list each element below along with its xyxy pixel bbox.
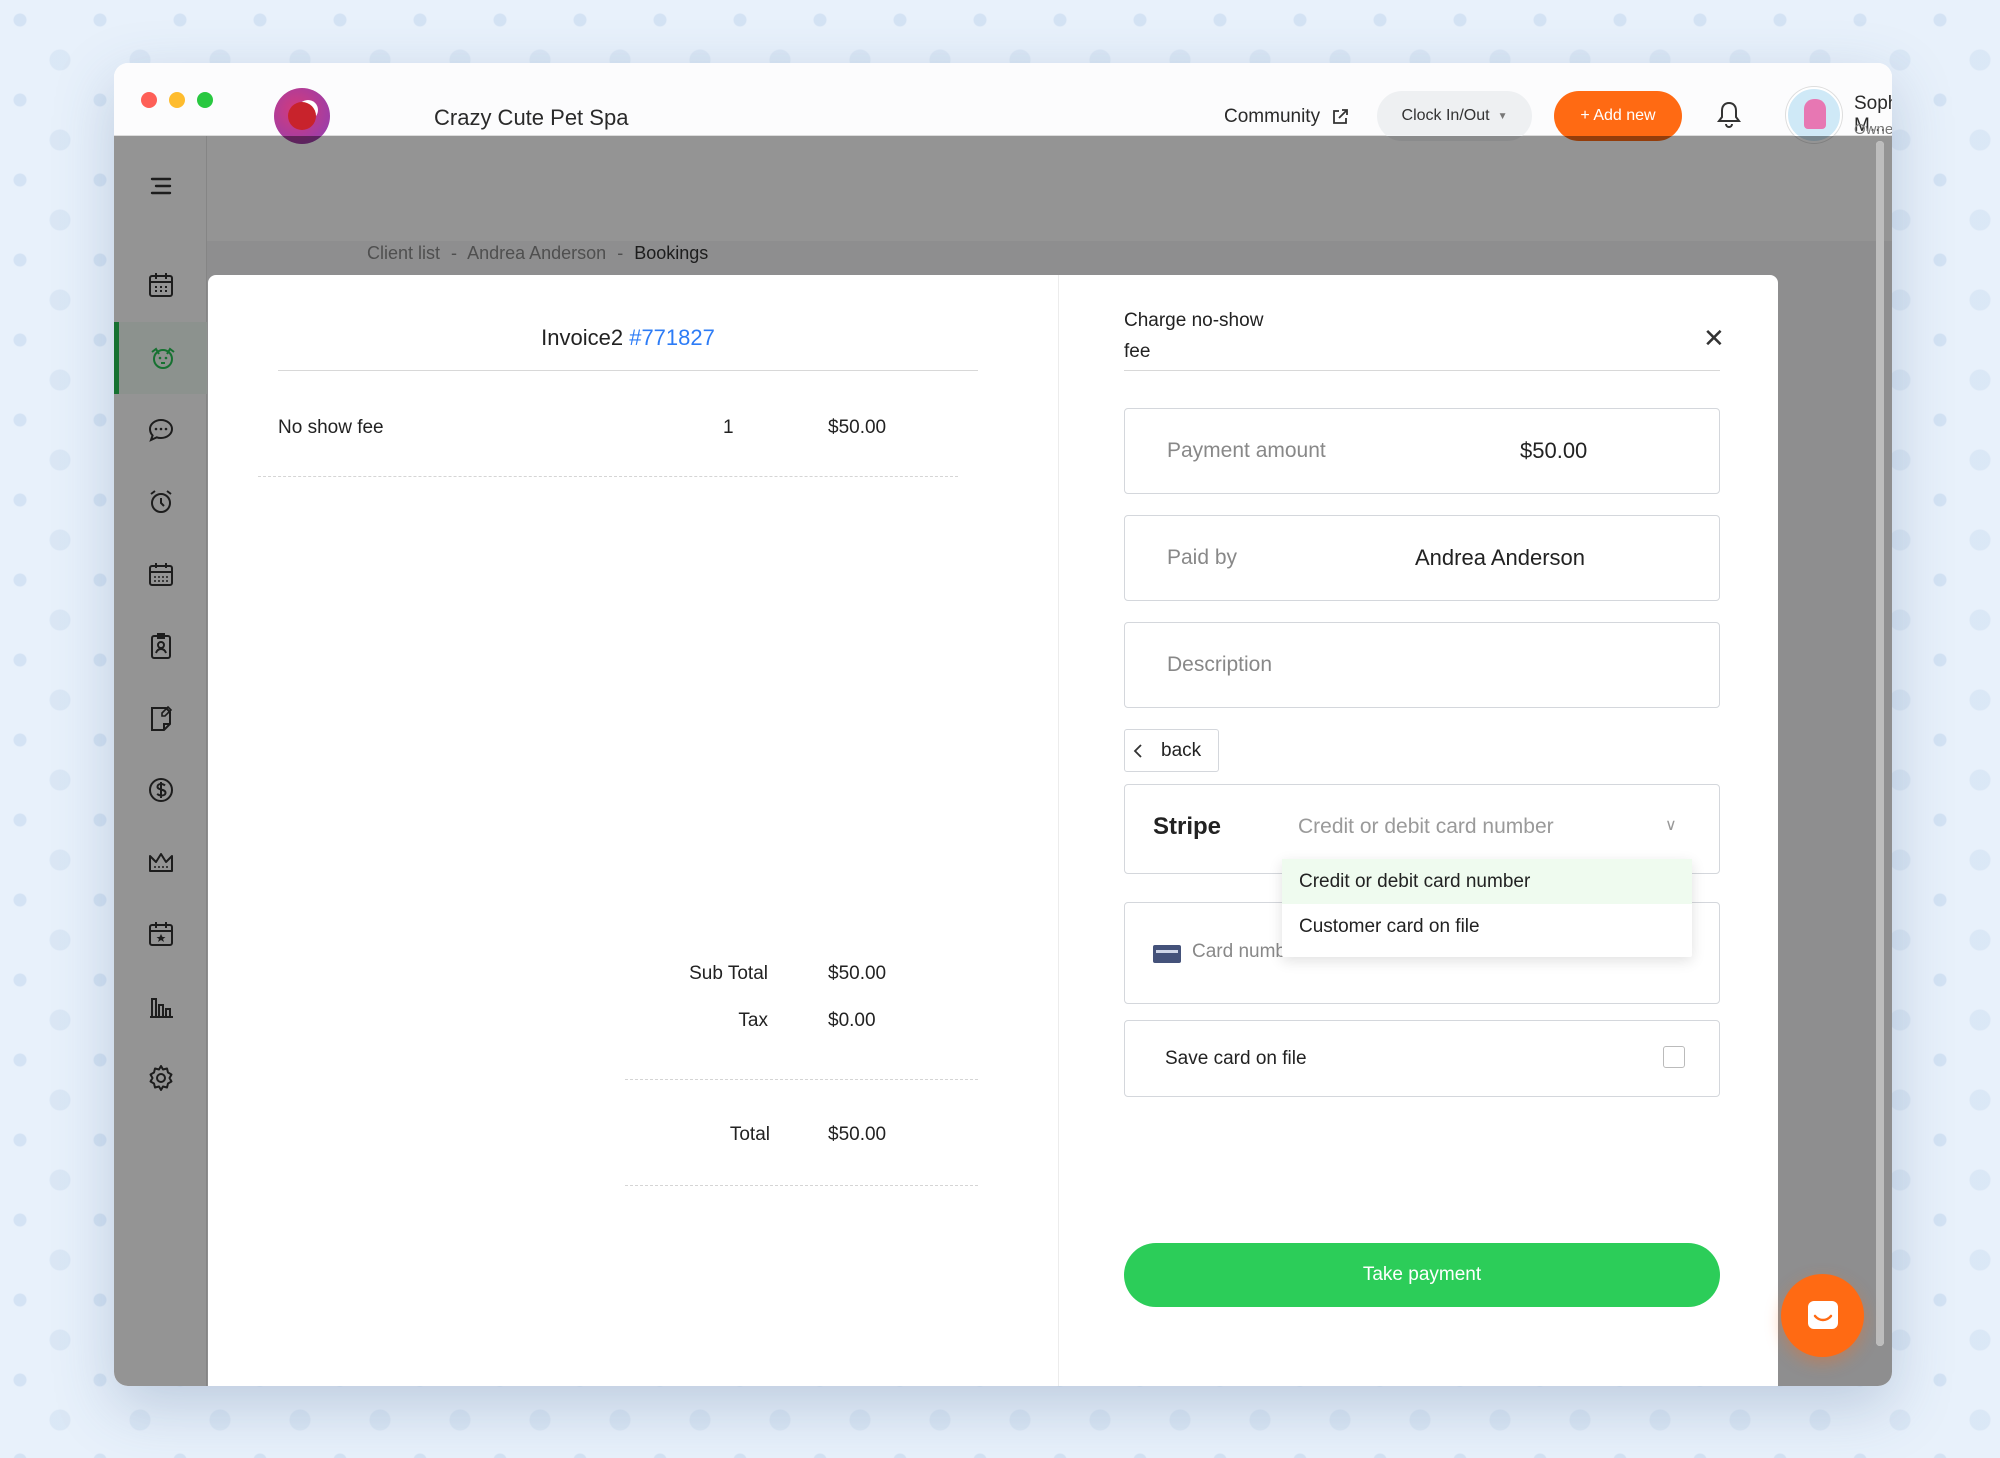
total-label: Total — [729, 1124, 770, 1145]
minimize-window-button[interactable] — [169, 92, 185, 108]
paid-by-field[interactable]: Paid by Andrea Anderson — [1124, 515, 1720, 601]
close-icon[interactable]: ✕ — [1703, 323, 1725, 354]
bell-icon[interactable] — [1714, 99, 1744, 129]
invoice-name: Invoice2 — [541, 325, 624, 350]
business-name[interactable]: Crazy Cute Pet Spa — [434, 105, 628, 131]
external-link-icon — [1333, 109, 1348, 124]
chevron-down-icon: ▼ — [1497, 110, 1508, 122]
community-label: Community — [1224, 106, 1321, 127]
line-item-qty: 1 — [723, 417, 734, 438]
save-card-checkbox[interactable] — [1663, 1046, 1685, 1068]
invoice-divider — [278, 370, 978, 371]
subtotal-value: $50.00 — [828, 963, 887, 984]
payment-amount-field[interactable]: Payment amount $50.00 — [1124, 408, 1720, 494]
clock-label: Clock In/Out — [1401, 107, 1490, 124]
dropdown-option-card-number[interactable]: Credit or debit card number — [1282, 859, 1692, 904]
tax-label: Tax — [738, 1010, 768, 1031]
community-link[interactable]: Community — [1224, 106, 1350, 128]
payment-method-select[interactable]: Credit or debit card number — [1298, 815, 1554, 839]
invoice-title: Invoice2 #771827 — [278, 325, 978, 351]
back-button[interactable]: back — [1124, 729, 1219, 772]
line-item-divider — [258, 476, 958, 477]
payment-amount-label: Payment amount — [1167, 439, 1326, 462]
avatar[interactable] — [1786, 87, 1842, 143]
credit-card-icon — [1153, 945, 1181, 963]
back-label: back — [1161, 739, 1202, 761]
support-chat-button[interactable] — [1781, 1274, 1864, 1357]
scrollbar-thumb[interactable] — [1876, 141, 1884, 1346]
chevron-down-icon[interactable]: ∨ — [1665, 815, 1677, 835]
charge-title: Charge no-show fee — [1124, 310, 1264, 362]
payment-amount-value[interactable]: $50.00 — [1520, 438, 1587, 464]
close-window-button[interactable] — [141, 92, 157, 108]
provider-name: Stripe — [1153, 813, 1222, 840]
charge-modal: Invoice2 #771827 No show fee 1 $50.00 Su… — [208, 275, 1778, 1386]
take-payment-button[interactable]: Take payment — [1124, 1243, 1720, 1307]
subtotal-label: Sub Total — [689, 963, 768, 984]
dropdown-option-card-on-file[interactable]: Customer card on file — [1282, 904, 1692, 949]
tax-value: $0.00 — [828, 1010, 876, 1031]
line-item-name: No show fee — [278, 417, 384, 438]
chevron-left-icon — [1133, 743, 1142, 758]
save-card-row[interactable]: Save card on file — [1124, 1020, 1720, 1097]
payment-method-dropdown: Credit or debit card number Customer car… — [1282, 859, 1692, 957]
chat-bubble-icon — [1807, 1300, 1838, 1329]
line-item-amount: $50.00 — [828, 417, 887, 438]
summary-divider — [625, 1079, 978, 1080]
description-field[interactable]: Description — [1124, 622, 1720, 708]
scrollbar[interactable] — [1876, 141, 1884, 1346]
total-divider — [625, 1185, 978, 1186]
total-value: $50.00 — [828, 1124, 887, 1145]
description-placeholder: Description — [1167, 653, 1273, 676]
paid-by-value[interactable]: Andrea Anderson — [1415, 545, 1585, 571]
paid-by-label: Paid by — [1167, 546, 1238, 569]
invoice-number-link[interactable]: #771827 — [629, 325, 715, 350]
save-card-label: Save card on file — [1165, 1048, 1307, 1069]
charge-divider — [1124, 370, 1720, 371]
add-new-button[interactable]: + Add new — [1554, 91, 1682, 141]
clock-in-out-button[interactable]: Clock In/Out ▼ — [1377, 91, 1532, 141]
maximize-window-button[interactable] — [197, 92, 213, 108]
modal-divider — [1058, 275, 1059, 1386]
